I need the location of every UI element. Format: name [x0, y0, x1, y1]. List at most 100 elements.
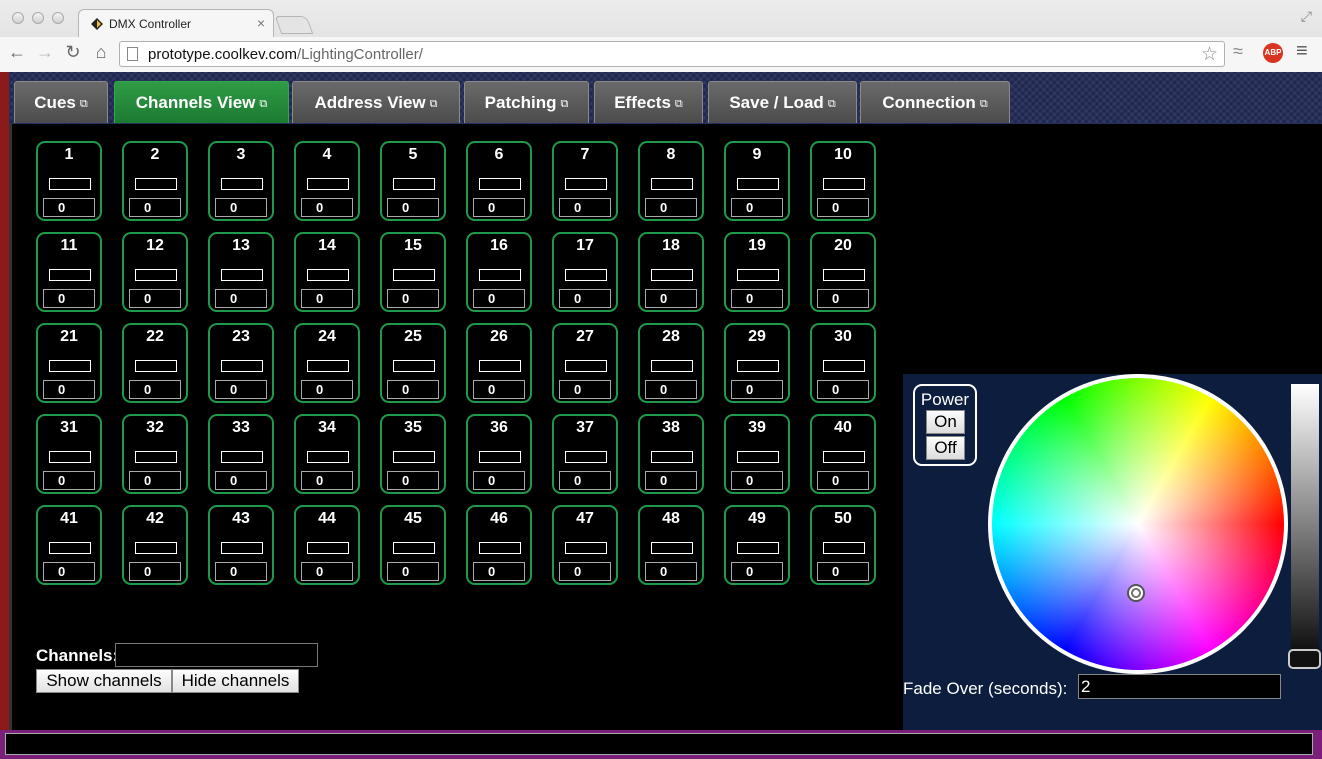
browser-tab[interactable]: DMX Controller × — [78, 9, 274, 37]
channel-slider[interactable] — [135, 360, 177, 372]
channel-value-input[interactable]: 0 — [473, 471, 525, 490]
channel-slider[interactable] — [393, 360, 435, 372]
channel-slider[interactable] — [49, 542, 91, 554]
channel-value-input[interactable]: 0 — [645, 562, 697, 581]
channel-slider[interactable] — [479, 451, 521, 463]
close-window-icon[interactable] — [12, 12, 24, 24]
channels-input[interactable] — [115, 643, 318, 667]
channel-value-input[interactable]: 0 — [43, 380, 95, 399]
channel-slider[interactable] — [737, 542, 779, 554]
power-off-button[interactable]: Off — [926, 436, 965, 460]
channel-slider[interactable] — [49, 451, 91, 463]
channel-value-input[interactable]: 0 — [817, 380, 869, 399]
channel-slider[interactable] — [737, 178, 779, 190]
channel-slider[interactable] — [135, 178, 177, 190]
channel-value-input[interactable]: 0 — [645, 198, 697, 217]
channel-value-input[interactable]: 0 — [301, 198, 353, 217]
channel-value-input[interactable]: 0 — [301, 471, 353, 490]
channel-slider[interactable] — [135, 269, 177, 281]
channel-slider[interactable] — [221, 542, 263, 554]
channel-value-input[interactable]: 0 — [731, 562, 783, 581]
channel-value-input[interactable]: 0 — [129, 380, 181, 399]
channel-value-input[interactable]: 0 — [473, 562, 525, 581]
channel-value-input[interactable]: 0 — [731, 380, 783, 399]
channel-value-input[interactable]: 0 — [817, 198, 869, 217]
channel-slider[interactable] — [135, 451, 177, 463]
channel-slider[interactable] — [823, 542, 865, 554]
adblock-icon[interactable]: ABP — [1263, 43, 1283, 63]
channel-value-input[interactable]: 0 — [43, 198, 95, 217]
channel-slider[interactable] — [49, 269, 91, 281]
channel-slider[interactable] — [823, 269, 865, 281]
maximize-window-icon[interactable] — [52, 12, 64, 24]
channel-value-input[interactable]: 0 — [731, 289, 783, 308]
channel-slider[interactable] — [737, 451, 779, 463]
channel-slider[interactable] — [823, 178, 865, 190]
channel-value-input[interactable]: 0 — [129, 562, 181, 581]
channel-slider[interactable] — [393, 269, 435, 281]
channel-slider[interactable] — [565, 269, 607, 281]
channel-slider[interactable] — [479, 542, 521, 554]
channel-slider[interactable] — [307, 269, 349, 281]
color-wheel[interactable] — [988, 374, 1288, 674]
channel-slider[interactable] — [393, 542, 435, 554]
reload-icon[interactable]: ↻ — [62, 42, 84, 63]
command-input[interactable] — [5, 733, 1313, 755]
channel-value-input[interactable]: 0 — [559, 198, 611, 217]
channel-slider[interactable] — [479, 178, 521, 190]
channel-slider[interactable] — [565, 451, 607, 463]
channel-slider[interactable] — [221, 360, 263, 372]
channel-value-input[interactable]: 0 — [215, 471, 267, 490]
channel-value-input[interactable]: 0 — [559, 289, 611, 308]
channel-slider[interactable] — [565, 542, 607, 554]
tab-address-view[interactable]: Address View ⧉ — [292, 81, 460, 123]
channel-value-input[interactable]: 0 — [301, 289, 353, 308]
channel-value-input[interactable]: 0 — [559, 380, 611, 399]
channel-value-input[interactable]: 0 — [301, 562, 353, 581]
channel-value-input[interactable]: 0 — [559, 562, 611, 581]
channel-slider[interactable] — [737, 269, 779, 281]
channel-value-input[interactable]: 0 — [645, 289, 697, 308]
channel-value-input[interactable]: 0 — [731, 198, 783, 217]
close-tab-icon[interactable]: × — [257, 15, 265, 31]
channel-slider[interactable] — [49, 360, 91, 372]
channel-value-input[interactable]: 0 — [129, 198, 181, 217]
channel-value-input[interactable]: 0 — [215, 289, 267, 308]
new-tab-button[interactable] — [274, 16, 314, 34]
channel-value-input[interactable]: 0 — [301, 380, 353, 399]
channel-value-input[interactable]: 0 — [473, 198, 525, 217]
address-bar[interactable]: prototype.coolkev.com/LightingController… — [119, 41, 1225, 67]
tab-channels-view[interactable]: Channels View ⧉ — [114, 81, 289, 123]
channel-slider[interactable] — [651, 269, 693, 281]
channel-value-input[interactable]: 0 — [43, 289, 95, 308]
channel-value-input[interactable]: 0 — [645, 380, 697, 399]
brightness-slider-handle[interactable] — [1288, 649, 1321, 669]
channel-slider[interactable] — [823, 360, 865, 372]
channel-slider[interactable] — [565, 360, 607, 372]
channel-value-input[interactable]: 0 — [387, 471, 439, 490]
channel-slider[interactable] — [393, 178, 435, 190]
channel-value-input[interactable]: 0 — [731, 471, 783, 490]
forward-icon[interactable]: → — [34, 42, 56, 63]
channel-value-input[interactable]: 0 — [817, 289, 869, 308]
channel-slider[interactable] — [823, 451, 865, 463]
show-channels-button[interactable]: Show channels — [36, 669, 172, 693]
channel-value-input[interactable]: 0 — [817, 562, 869, 581]
channel-slider[interactable] — [479, 360, 521, 372]
channel-value-input[interactable]: 0 — [215, 198, 267, 217]
tab-connection[interactable]: Connection ⧉ — [860, 81, 1010, 123]
channel-slider[interactable] — [393, 451, 435, 463]
brightness-slider[interactable] — [1291, 384, 1319, 669]
channel-slider[interactable] — [651, 542, 693, 554]
channel-slider[interactable] — [307, 451, 349, 463]
channel-value-input[interactable]: 0 — [473, 289, 525, 308]
channel-slider[interactable] — [651, 360, 693, 372]
channel-value-input[interactable]: 0 — [387, 289, 439, 308]
channel-slider[interactable] — [651, 451, 693, 463]
fullscreen-icon[interactable]: ⤢ — [1301, 8, 1312, 25]
channel-slider[interactable] — [221, 451, 263, 463]
channel-slider[interactable] — [651, 178, 693, 190]
channel-slider[interactable] — [565, 178, 607, 190]
back-icon[interactable]: ← — [6, 42, 28, 63]
power-on-button[interactable]: On — [926, 410, 965, 434]
